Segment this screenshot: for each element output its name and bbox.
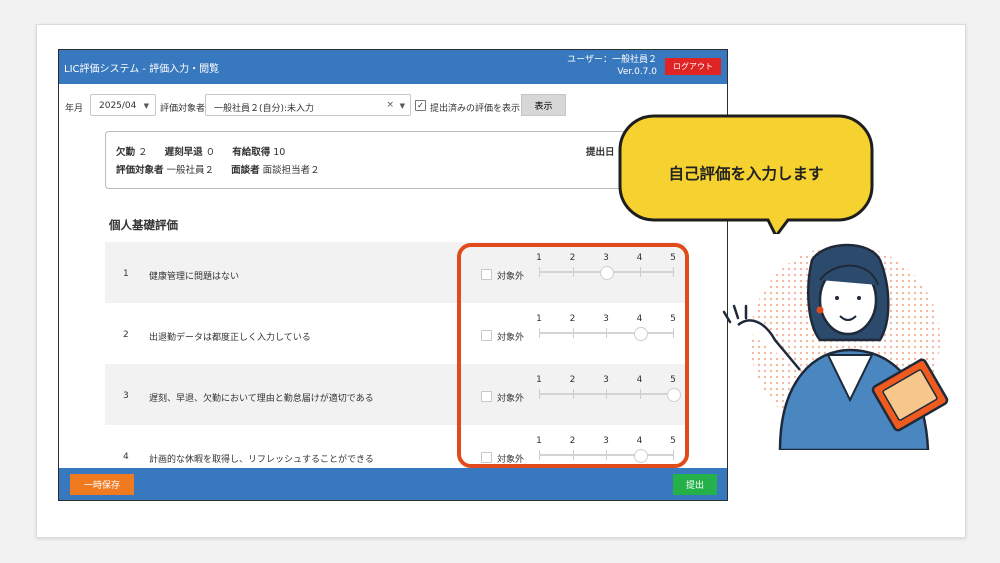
rating-highlight-frame [457, 243, 689, 468]
target-select[interactable]: 一般社員２(自分):未入力 × ▼ [205, 94, 411, 116]
app-footer: 一時保存 提出 [59, 468, 727, 500]
businesswoman-illustration [722, 243, 949, 450]
leave-value: 10 [273, 147, 286, 158]
evaluation-text: 出退勤データは都度正しく入力している [149, 333, 311, 343]
interviewer-label: 面談者 [231, 165, 260, 176]
submit-button[interactable]: 提出 [673, 474, 717, 495]
temp-save-button[interactable]: 一時保存 [70, 474, 134, 495]
attendance-row: 欠勤 ２ 遅刻早退 ０ 有給取得 10 [116, 144, 285, 158]
user-info: ユーザー：一般社員２ Ver.0.7.0 [567, 54, 657, 78]
speech-bubble: 自己評価を入力します [618, 114, 908, 239]
late-value: ０ [205, 147, 216, 158]
target-select-value: 一般社員２(自分):未入力 [214, 104, 315, 114]
chevron-down-icon: ▼ [399, 102, 405, 110]
month-label: 年月 [65, 104, 84, 114]
interviewer-value: 面談担当者２ [262, 165, 320, 176]
evaluation-text: 計画的な休暇を取得し、リフレッシュすることができる [149, 455, 374, 465]
evaluation-number: 1 [123, 269, 129, 279]
people-row: 評価対象者 一般社員２ 面談者 面談担当者２ [116, 162, 320, 176]
user-name: ユーザー：一般社員２ [567, 55, 657, 65]
evaluation-number: 3 [123, 391, 129, 401]
show-button[interactable]: 表示 [521, 94, 566, 116]
evaluation-number: 4 [123, 452, 129, 462]
submit-date-label: 提出日 [586, 147, 615, 158]
app-title: LIC評価システム - 評価入力・閲覧 [64, 64, 220, 75]
app-version: Ver.0.7.0 [617, 67, 657, 77]
absence-label: 欠勤 [116, 147, 136, 158]
evaluation-number: 2 [123, 330, 129, 340]
info-target-value: 一般社員２ [166, 165, 215, 176]
late-label: 遅刻早退 [164, 147, 203, 158]
callout-text: 自己評価を入力します [668, 165, 824, 183]
evaluation-text: 健康管理に問題はない [149, 272, 240, 282]
month-select[interactable]: 2025/04 ▼ [90, 94, 156, 116]
chevron-down-icon: ▼ [143, 102, 149, 110]
info-target-label: 評価対象者 [116, 165, 164, 176]
month-select-value: 2025/04 [99, 101, 137, 111]
leave-label: 有給取得 [232, 147, 271, 158]
target-label: 評価対象者 [160, 104, 206, 114]
evaluation-text: 遅刻、早退、欠勤において理由と勤怠届けが適切である [149, 394, 374, 404]
show-submitted-checkbox[interactable]: ✓ [415, 100, 426, 111]
app-header: LIC評価システム - 評価入力・閲覧 ユーザー：一般社員２ Ver.0.7.0… [59, 50, 727, 84]
logout-button[interactable]: ログアウト [665, 58, 721, 75]
show-submitted-label: 提出済みの評価を表示 [430, 104, 521, 114]
absence-value: ２ [138, 147, 148, 158]
clear-icon[interactable]: × [386, 100, 394, 110]
section-title: 個人基礎評価 [109, 218, 178, 232]
